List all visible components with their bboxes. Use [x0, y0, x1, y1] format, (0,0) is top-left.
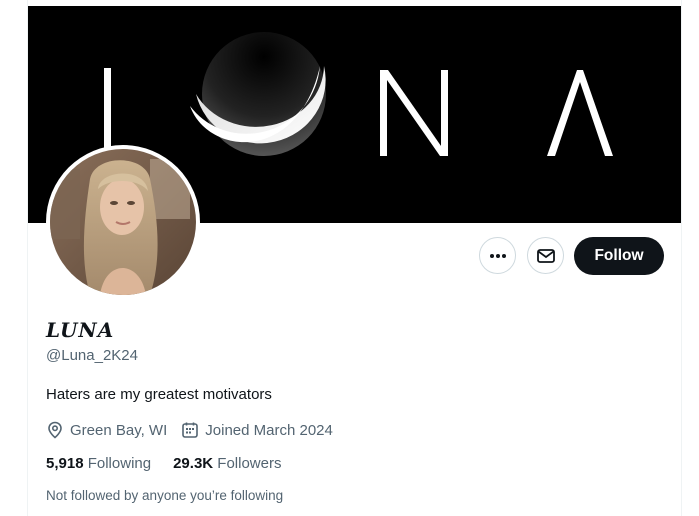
- banner-moon-crescent: [190, 32, 326, 156]
- profile-avatar[interactable]: [46, 145, 200, 299]
- followers-link[interactable]: 29.3K Followers: [173, 455, 281, 472]
- display-name: LUNA: [46, 318, 115, 342]
- followers-label: Followers: [217, 455, 282, 472]
- banner-letter-n: [380, 70, 448, 156]
- location-pin-icon: [48, 421, 62, 439]
- following-count: 5,918: [46, 455, 84, 472]
- banner-letter-a: [547, 70, 613, 156]
- location-text: Green Bay, WI: [70, 421, 168, 439]
- following-label: Following: [87, 455, 152, 472]
- more-button[interactable]: [479, 237, 516, 274]
- avatar-photo: [50, 149, 196, 295]
- profile-bio: Haters are my greatest motivators: [46, 386, 272, 403]
- profile-meta: Green Bay, WI Joined March 2024: [46, 420, 333, 440]
- followers-count: 29.3K: [173, 455, 214, 472]
- follow-stats: 5,918 Following 29.3K Followers: [46, 455, 303, 472]
- following-link[interactable]: 5,918 Following: [46, 455, 151, 472]
- joined-item: Joined March 2024: [181, 421, 333, 439]
- location-item: Green Bay, WI: [46, 421, 167, 439]
- envelope-icon: [536, 248, 555, 263]
- message-button[interactable]: [527, 237, 564, 274]
- followed-by-note: Not followed by anyone you’re following: [46, 488, 284, 503]
- joined-text: Joined March 2024: [205, 421, 333, 439]
- follow-button[interactable]: Follow: [574, 237, 664, 275]
- more-icon: [489, 253, 506, 258]
- banner-letter-l: [104, 68, 111, 154]
- user-handle: @Luna_2K24: [46, 347, 138, 364]
- column-border-right: [681, 0, 682, 516]
- calendar-icon: [182, 422, 199, 438]
